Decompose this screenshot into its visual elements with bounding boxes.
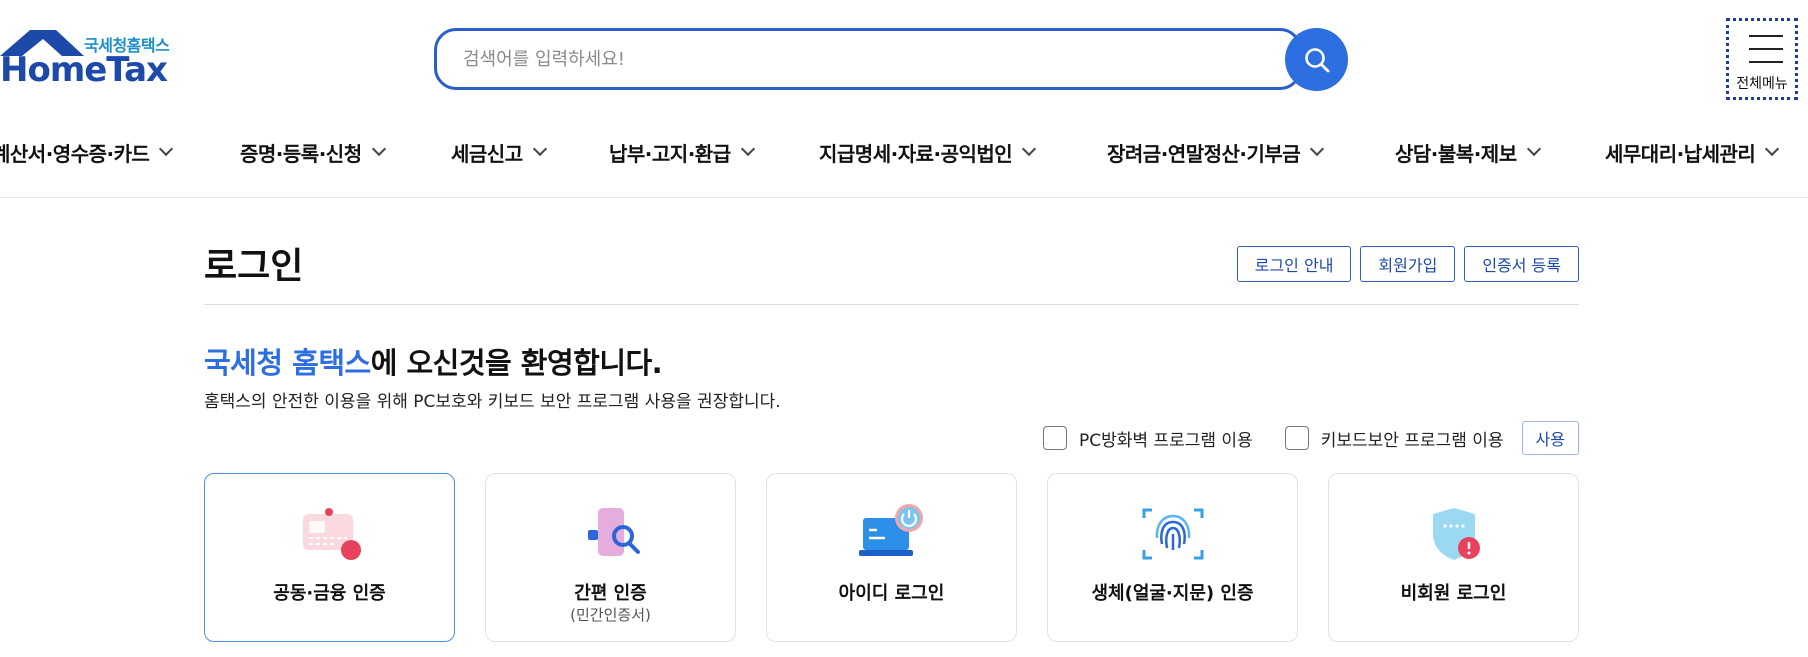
signup-button[interactable]: 회원가입: [1360, 246, 1456, 282]
nav-item-tax-agent[interactable]: 세무대리·납세관리: [1605, 132, 1780, 172]
nav-item-incentive[interactable]: 장려금·연말정산·기부금: [1107, 132, 1325, 172]
keyboard-security-checkbox[interactable]: [1284, 426, 1309, 450]
search-box: [434, 28, 1302, 90]
nav-item-label: 장려금·연말정산·기부금: [1107, 141, 1301, 166]
keyboard-security-option[interactable]: 키보드보안 프로그램 이용: [1284, 426, 1504, 451]
main-nav: 계산서·영수증·카드 증명·등록·신청 세금신고 납부·고지·환급 지급명세·자…: [0, 110, 1808, 198]
login-guide-button[interactable]: 로그인 안내: [1236, 246, 1352, 282]
page-title: 로그인: [204, 246, 304, 287]
divider: [204, 304, 1579, 305]
chevron-down-icon: [1022, 141, 1037, 157]
card-label: 비회원 로그인: [1400, 583, 1507, 604]
chevron-down-icon: [371, 141, 386, 157]
chevron-down-icon: [159, 141, 174, 157]
nav-item-label: 세무대리·납세관리: [1605, 141, 1756, 166]
fingerprint-icon: [1142, 508, 1204, 560]
nav-item-certificate[interactable]: 증명·등록·신청: [240, 132, 386, 172]
all-menu-button[interactable]: 전체메뉴: [1726, 18, 1798, 100]
nav-item-tax-report[interactable]: 세금신고: [451, 132, 547, 172]
shield-alert-icon: [1433, 508, 1480, 560]
laptop-power-icon: [859, 504, 923, 556]
card-biometric-auth[interactable]: 생체(얼굴·지문) 인증: [1047, 473, 1298, 642]
search-input[interactable]: [463, 45, 1223, 73]
chevron-down-icon: [532, 141, 547, 157]
nav-item-label: 납부·고지·환급: [609, 141, 731, 166]
cert-register-button[interactable]: 인증서 등록: [1464, 246, 1579, 282]
certificate-card-icon: [303, 508, 361, 560]
search-icon: [1304, 47, 1329, 72]
chevron-down-icon: [740, 141, 755, 157]
nav-item-label: 상담·불복·제보: [1395, 141, 1517, 166]
card-id-login[interactable]: 아이디 로그인: [766, 473, 1017, 642]
nav-item-payment-statement[interactable]: 지급명세·자료·공익법인: [819, 132, 1037, 172]
card-guest-login[interactable]: 비회원 로그인: [1328, 473, 1579, 642]
nav-item-label: 지급명세·자료·공익법인: [819, 141, 1013, 166]
header: 국세청홈택스 HomeTax 전체메뉴: [0, 0, 1808, 110]
nav-item-label: 세금신고: [451, 141, 523, 166]
card-label: 생체(얼굴·지문) 인증: [1091, 583, 1254, 604]
login-methods: 공동·금융 인증 간편 인증 (민간인증서) 아이디 로그인 생체(얼굴·지문)…: [204, 473, 1579, 642]
nav-item-payment[interactable]: 납부·고지·환급: [609, 132, 755, 172]
welcome-heading: 국세청 홈택스에 오신것을 환영합니다.: [204, 340, 663, 382]
keyboard-security-label: 키보드보안 프로그램 이용: [1320, 430, 1504, 451]
use-button[interactable]: 사용: [1521, 421, 1579, 455]
chevron-down-icon: [1765, 141, 1780, 157]
phone-magnifier-icon: [588, 508, 640, 556]
firewall-checkbox[interactable]: [1042, 426, 1067, 450]
hometax-logo[interactable]: 국세청홈택스 HomeTax: [0, 28, 185, 90]
card-joint-financial-cert[interactable]: 공동·금융 인증: [204, 473, 455, 642]
security-recommendation: 홈택스의 안전한 이용을 위해 PC보호와 키보드 보안 프로그램 사용을 권장…: [204, 392, 781, 412]
welcome-text: 에 오신것을 환영합니다.: [370, 346, 663, 380]
nav-item-label: 증명·등록·신청: [240, 141, 362, 166]
nav-item-consulting[interactable]: 상담·불복·제보: [1395, 132, 1541, 172]
card-label: 공동·금융 인증: [273, 583, 386, 604]
welcome-highlight: 국세청 홈택스: [204, 346, 371, 380]
all-menu-label: 전체메뉴: [1736, 76, 1788, 92]
logo-title: HomeTax: [0, 50, 168, 90]
chevron-down-icon: [1526, 141, 1541, 157]
nav-item-invoice[interactable]: 계산서·영수증·카드: [0, 132, 174, 172]
login-actions: 로그인 안내 회원가입 인증서 등록: [1236, 246, 1579, 282]
search-button[interactable]: [1285, 28, 1348, 91]
card-label: 간편 인증: [574, 583, 647, 604]
nav-item-label: 계산서·영수증·카드: [0, 141, 150, 166]
card-sublabel: (민간인증서): [570, 606, 651, 624]
chevron-down-icon: [1310, 141, 1325, 157]
firewall-label: PC방화벽 프로그램 이용: [1078, 430, 1253, 451]
hamburger-icon: [1749, 35, 1783, 74]
card-simple-auth[interactable]: 간편 인증 (민간인증서): [485, 473, 736, 642]
firewall-option[interactable]: PC방화벽 프로그램 이용: [1042, 426, 1253, 451]
security-options: PC방화벽 프로그램 이용 키보드보안 프로그램 이용 사용: [1042, 420, 1579, 456]
card-label: 아이디 로그인: [838, 583, 945, 604]
